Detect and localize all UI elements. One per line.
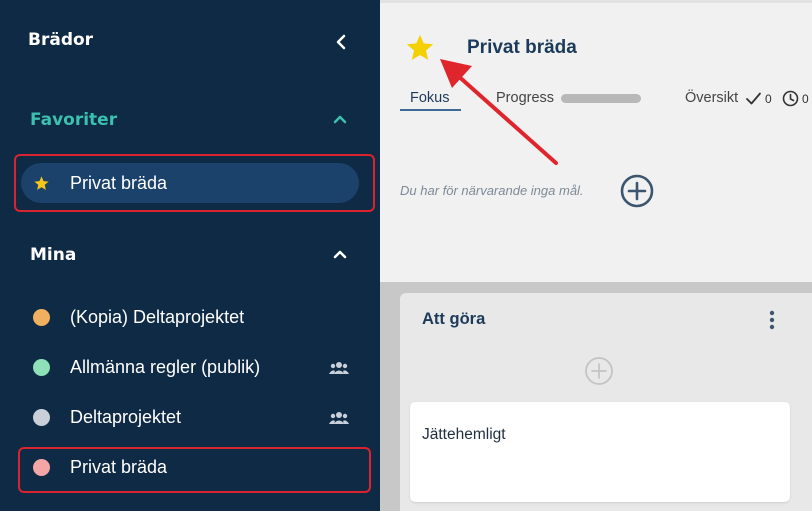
more-vertical-icon[interactable] <box>763 308 781 332</box>
progress-bar <box>561 94 641 103</box>
clock-icon <box>782 90 799 107</box>
tab-focus[interactable]: Fokus <box>410 90 450 106</box>
sidebar-item-label: (Kopia) Deltaprojektet <box>70 307 245 327</box>
highlight-box-private <box>18 447 371 493</box>
done-count: 0 <box>765 92 772 106</box>
active-tab-underline <box>400 109 461 111</box>
sidebar-item-label: Allmänna regler (publik) <box>70 357 261 377</box>
tab-progress[interactable]: Progress <box>496 90 554 106</box>
highlight-box-favorite <box>14 154 375 212</box>
board-title: Privat bräda <box>467 37 577 58</box>
sidebar-title: Brädor <box>28 30 94 50</box>
task-card[interactable]: Jättehemligt <box>410 402 790 502</box>
board-color-dot <box>33 359 50 376</box>
column-title: Att göra <box>422 310 486 328</box>
sidebar-item-allmanna-regler[interactable]: Allmänna regler (publik) <box>0 348 380 388</box>
pending-count: 0 <box>802 92 809 106</box>
chevron-left-icon[interactable] <box>330 30 352 54</box>
sidebar: Brädor Favoriter Privat bräda Mina (Kopi… <box>0 0 380 511</box>
add-goal-plus-icon[interactable] <box>620 174 654 208</box>
shared-group-icon <box>329 362 349 374</box>
shared-group-icon <box>329 412 349 424</box>
checkmark-icon <box>746 92 761 105</box>
board-color-dot <box>33 409 50 426</box>
add-card-plus-icon[interactable] <box>584 356 614 386</box>
sidebar-item-deltaprojektet[interactable]: Deltaprojektet <box>0 398 380 438</box>
favorite-star-icon[interactable] <box>405 33 435 63</box>
card-title: Jättehemligt <box>422 426 506 443</box>
board-header-panel <box>380 0 812 282</box>
mine-heading[interactable]: Mina <box>30 245 76 265</box>
empty-goals-message: Du har för närvarande inga mål. <box>400 183 584 198</box>
board-color-dot <box>33 309 50 326</box>
favorites-heading[interactable]: Favoriter <box>30 110 117 130</box>
chevron-up-icon[interactable] <box>330 246 350 262</box>
chevron-up-icon[interactable] <box>330 111 350 127</box>
sidebar-item-label: Deltaprojektet <box>70 407 182 427</box>
tab-overview[interactable]: Översikt <box>685 90 738 106</box>
sidebar-item-kopia-deltaprojektet[interactable]: (Kopia) Deltaprojektet <box>0 298 380 338</box>
